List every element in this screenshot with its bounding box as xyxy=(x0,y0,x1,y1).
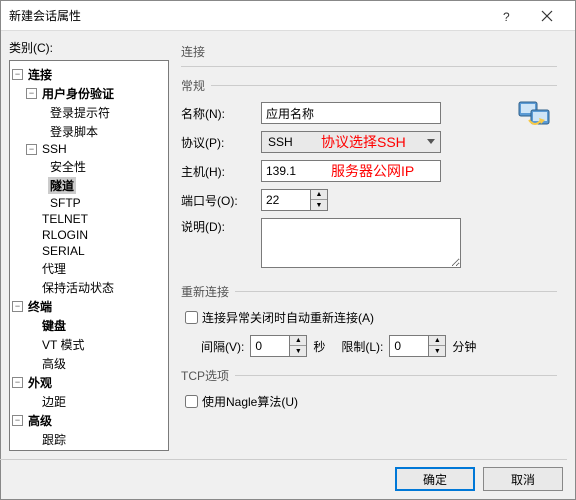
category-label: 类别(C): xyxy=(9,39,169,56)
limit-spinner[interactable]: ▲▼ xyxy=(389,335,446,357)
row-port: 端口号(O): ▲▼ xyxy=(181,189,557,211)
collapse-icon[interactable]: − xyxy=(12,415,23,426)
desc-label: 说明(D): xyxy=(181,218,261,235)
tree-item-auth[interactable]: −用户身份验证 xyxy=(12,84,166,103)
dialog-window: 新建会话属性 ? 类别(C): −连接 −用户身份验证 登录提示符 登录脚本 −… xyxy=(0,0,576,500)
content-area: 类别(C): −连接 −用户身份验证 登录提示符 登录脚本 −SSH 安全性 隧… xyxy=(1,31,575,459)
tree-item-telnet[interactable]: TELNET xyxy=(12,211,166,227)
computers-icon xyxy=(515,96,555,136)
category-tree[interactable]: −连接 −用户身份验证 登录提示符 登录脚本 −SSH 安全性 隧道 SFTP … xyxy=(9,60,169,451)
tree-item-appearance[interactable]: −外观 xyxy=(12,373,166,392)
port-input[interactable] xyxy=(261,189,311,211)
tree-item-vt[interactable]: VT 模式 xyxy=(12,335,166,354)
tree-item-ssh[interactable]: −SSH xyxy=(12,141,166,157)
collapse-icon[interactable]: − xyxy=(12,69,23,80)
reconnect-group-header: 重新连接 xyxy=(181,283,557,300)
collapse-icon[interactable]: − xyxy=(12,377,23,388)
spin-up-icon[interactable]: ▲ xyxy=(290,336,306,346)
tree-item-margin[interactable]: 边距 xyxy=(12,392,166,411)
row-nagle: 使用Nagle算法(U) xyxy=(181,392,557,411)
spin-down-icon[interactable]: ▼ xyxy=(290,346,306,356)
divider xyxy=(0,459,567,460)
cancel-button[interactable]: 取消 xyxy=(483,467,563,491)
minutes-label: 分钟 xyxy=(452,338,476,355)
tree-item-log[interactable]: 日志记录 xyxy=(12,449,166,451)
interval-label: 间隔(V): xyxy=(201,338,244,355)
port-label: 端口号(O): xyxy=(181,192,261,209)
svg-text:?: ? xyxy=(503,10,510,23)
help-button[interactable]: ? xyxy=(487,2,527,30)
tree-item-serial[interactable]: SERIAL xyxy=(12,243,166,259)
spin-up-icon[interactable]: ▲ xyxy=(429,336,445,346)
name-input[interactable] xyxy=(261,102,441,124)
auto-reconnect-checkbox[interactable] xyxy=(185,311,198,324)
tree-item-keepalive[interactable]: 保持活动状态 xyxy=(12,278,166,297)
general-group-header: 常规 xyxy=(181,77,557,94)
host-label: 主机(H): xyxy=(181,163,261,180)
tcp-group-header: TCP选项 xyxy=(181,367,557,384)
annotation-host: 服务器公网IP xyxy=(331,161,414,181)
seconds-label: 秒 xyxy=(313,338,325,355)
tree-item-connect[interactable]: −连接 xyxy=(12,65,166,84)
row-host: 主机(H): 服务器公网IP xyxy=(181,160,557,182)
tree-item-terminal[interactable]: −终端 xyxy=(12,297,166,316)
ok-button[interactable]: 确定 xyxy=(395,467,475,491)
tree-item-script[interactable]: 登录脚本 xyxy=(12,122,166,141)
close-icon xyxy=(541,10,553,22)
footer: 确定 取消 xyxy=(395,467,563,491)
tree-item-proxy[interactable]: 代理 xyxy=(12,259,166,278)
protocol-label: 协议(P): xyxy=(181,134,261,151)
collapse-icon[interactable]: − xyxy=(26,144,37,155)
auto-reconnect-label: 连接异常关闭时自动重新连接(A) xyxy=(202,309,374,326)
tree-item-tunnel[interactable]: 隧道 xyxy=(12,176,166,195)
right-pane: 连接 常规 名称(N): 协议(P): SSH 协议选择SSH 主机(H): 服… xyxy=(177,39,567,451)
row-protocol: 协议(P): SSH 协议选择SSH xyxy=(181,131,557,153)
spin-down-icon[interactable]: ▼ xyxy=(311,200,327,210)
spin-down-icon[interactable]: ▼ xyxy=(429,346,445,356)
question-icon: ? xyxy=(501,9,513,23)
left-pane: 类别(C): −连接 −用户身份验证 登录提示符 登录脚本 −SSH 安全性 隧… xyxy=(9,39,169,451)
spin-up-icon[interactable]: ▲ xyxy=(311,190,327,200)
row-intervals: 间隔(V): ▲▼ 秒 限制(L): ▲▼ 分钟 xyxy=(201,335,557,357)
collapse-icon[interactable]: − xyxy=(12,301,23,312)
collapse-icon[interactable]: − xyxy=(26,88,37,99)
tree-item-keyboard[interactable]: 键盘 xyxy=(12,316,166,335)
interval-spinner[interactable]: ▲▼ xyxy=(250,335,307,357)
tree-item-trace[interactable]: 跟踪 xyxy=(12,430,166,449)
nagle-label: 使用Nagle算法(U) xyxy=(202,393,298,410)
chevron-down-icon xyxy=(426,136,436,146)
window-title: 新建会话属性 xyxy=(9,7,487,24)
nagle-checkbox[interactable] xyxy=(185,395,198,408)
protocol-value: SSH xyxy=(268,135,293,149)
close-button[interactable] xyxy=(527,2,567,30)
tree-item-sftp[interactable]: SFTP xyxy=(12,195,166,211)
limit-label: 限制(L): xyxy=(341,338,383,355)
tree-item-advanced[interactable]: 高级 xyxy=(12,354,166,373)
interval-input[interactable] xyxy=(250,335,290,357)
tree-item-security[interactable]: 安全性 xyxy=(12,157,166,176)
tree-item-rlogin[interactable]: RLOGIN xyxy=(12,227,166,243)
titlebar: 新建会话属性 ? xyxy=(1,1,575,31)
desc-textarea[interactable] xyxy=(261,218,461,268)
row-auto-reconnect: 连接异常关闭时自动重新连接(A) xyxy=(181,308,557,327)
row-name: 名称(N): xyxy=(181,102,557,124)
name-label: 名称(N): xyxy=(181,105,261,122)
panel-header: 连接 xyxy=(181,43,557,60)
port-spinner[interactable]: ▲▼ xyxy=(261,189,328,211)
row-desc: 说明(D): xyxy=(181,218,557,268)
tree-item-prompt[interactable]: 登录提示符 xyxy=(12,103,166,122)
limit-input[interactable] xyxy=(389,335,429,357)
divider xyxy=(181,66,557,67)
tree-item-adv2[interactable]: −高级 xyxy=(12,411,166,430)
annotation-protocol: 协议选择SSH xyxy=(321,132,406,152)
